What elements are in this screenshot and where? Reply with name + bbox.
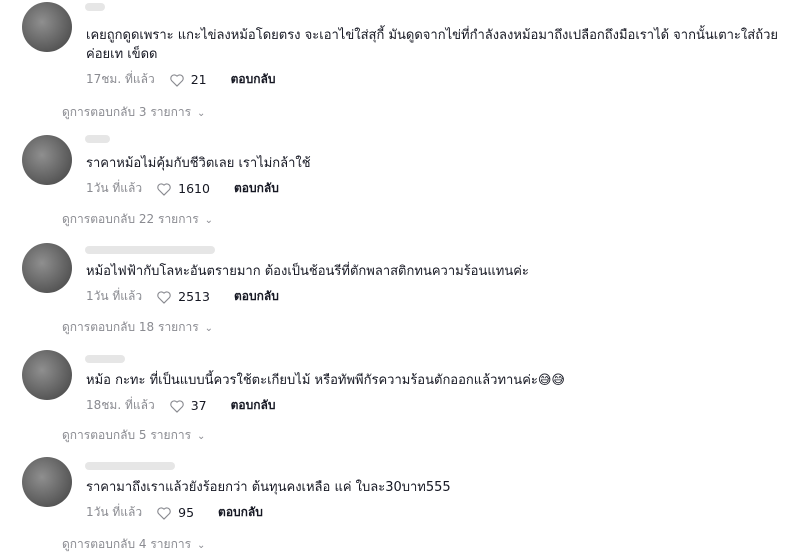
heart-outline-icon[interactable]	[156, 506, 172, 520]
comment-text: หม้อไฟฟ้ากับโลหะอันตรายมาก ต้องเป็นช้อนร…	[86, 264, 529, 279]
heart-outline-icon[interactable]	[156, 290, 172, 304]
username-blurred[interactable]	[85, 462, 175, 470]
reply-button[interactable]: ตอบกลับ	[231, 396, 276, 415]
avatar[interactable]	[22, 243, 72, 293]
heart-outline-icon[interactable]	[169, 399, 185, 413]
view-replies-button[interactable]: ดูการตอบกลับ 3 รายการ ⌄	[62, 103, 205, 122]
chevron-down-icon: ⌄	[204, 323, 214, 334]
view-replies-button[interactable]: ดูการตอบกลับ 22 รายการ ⌄	[62, 210, 213, 229]
comment-meta: 18ชม. ที่แล้ว 37 ตอบกลับ	[86, 396, 275, 415]
view-replies-label: ดูการตอบกลับ 3 รายการ	[62, 105, 192, 119]
username-blurred[interactable]	[85, 355, 125, 363]
comment-time: 1วัน ที่แล้ว	[86, 181, 143, 195]
view-replies-label: ดูการตอบกลับ 18 รายการ	[62, 320, 199, 334]
comment-time: 1วัน ที่แล้ว	[86, 289, 143, 303]
username-blurred[interactable]	[85, 246, 215, 254]
comment-text: หม้อ กะทะ ที่เป็นแบบนี้ควรใช้ตะเกียบไม้ …	[86, 373, 565, 388]
avatar[interactable]	[22, 457, 72, 507]
view-replies-button[interactable]: ดูการตอบกลับ 4 รายการ ⌄	[62, 535, 205, 554]
reply-button[interactable]: ตอบกลับ	[234, 287, 279, 306]
comment-time: 17ชม. ที่แล้ว	[86, 72, 155, 86]
avatar[interactable]	[22, 350, 72, 400]
chevron-down-icon: ⌄	[204, 215, 214, 226]
view-replies-label: ดูการตอบกลับ 4 รายการ	[62, 537, 192, 551]
comment-meta: 17ชม. ที่แล้ว 21 ตอบกลับ	[86, 70, 275, 89]
comment-text: ราคาหม้อไม่คุ้มกับชีวิตเลย เราไม่กล้าใช้	[86, 156, 311, 171]
username-blurred[interactable]	[85, 135, 110, 143]
reply-button[interactable]: ตอบกลับ	[234, 179, 279, 198]
like-count: 37	[190, 398, 207, 413]
chevron-down-icon: ⌄	[197, 108, 206, 119]
chevron-down-icon: ⌄	[197, 540, 206, 551]
comment-meta: 1วัน ที่แล้ว 2513 ตอบกลับ	[86, 287, 279, 306]
comment-time: 1วัน ที่แล้ว	[86, 505, 143, 519]
username-blurred[interactable]	[85, 3, 105, 11]
comment-text: ราคามาถึงเราแล้วยังร้อยกว่า ต้นทุนคงเหลื…	[86, 480, 451, 495]
view-replies-label: ดูการตอบกลับ 22 รายการ	[62, 212, 199, 226]
avatar[interactable]	[22, 2, 72, 52]
heart-outline-icon[interactable]	[169, 73, 185, 87]
comment-meta: 1วัน ที่แล้ว 1610 ตอบกลับ	[86, 179, 279, 198]
like-count: 95	[178, 505, 195, 520]
like-count: 21	[190, 72, 207, 87]
avatar[interactable]	[22, 135, 72, 185]
comment-time: 18ชม. ที่แล้ว	[86, 398, 155, 412]
view-replies-label: ดูการตอบกลับ 5 รายการ	[62, 428, 192, 442]
view-replies-button[interactable]: ดูการตอบกลับ 18 รายการ ⌄	[62, 318, 213, 337]
reply-button[interactable]: ตอบกลับ	[218, 503, 263, 522]
view-replies-button[interactable]: ดูการตอบกลับ 5 รายการ ⌄	[62, 426, 205, 445]
chevron-down-icon: ⌄	[197, 431, 206, 442]
like-count: 2513	[178, 289, 210, 304]
heart-outline-icon[interactable]	[156, 182, 172, 196]
reply-button[interactable]: ตอบกลับ	[231, 70, 276, 89]
comment-text: เคยถูกดูดเพราะ แกะไข่ลงหม้อโดยตรง จะเอาไ…	[86, 28, 778, 62]
like-count: 1610	[178, 181, 210, 196]
comment-meta: 1วัน ที่แล้ว 95 ตอบกลับ	[86, 503, 263, 522]
